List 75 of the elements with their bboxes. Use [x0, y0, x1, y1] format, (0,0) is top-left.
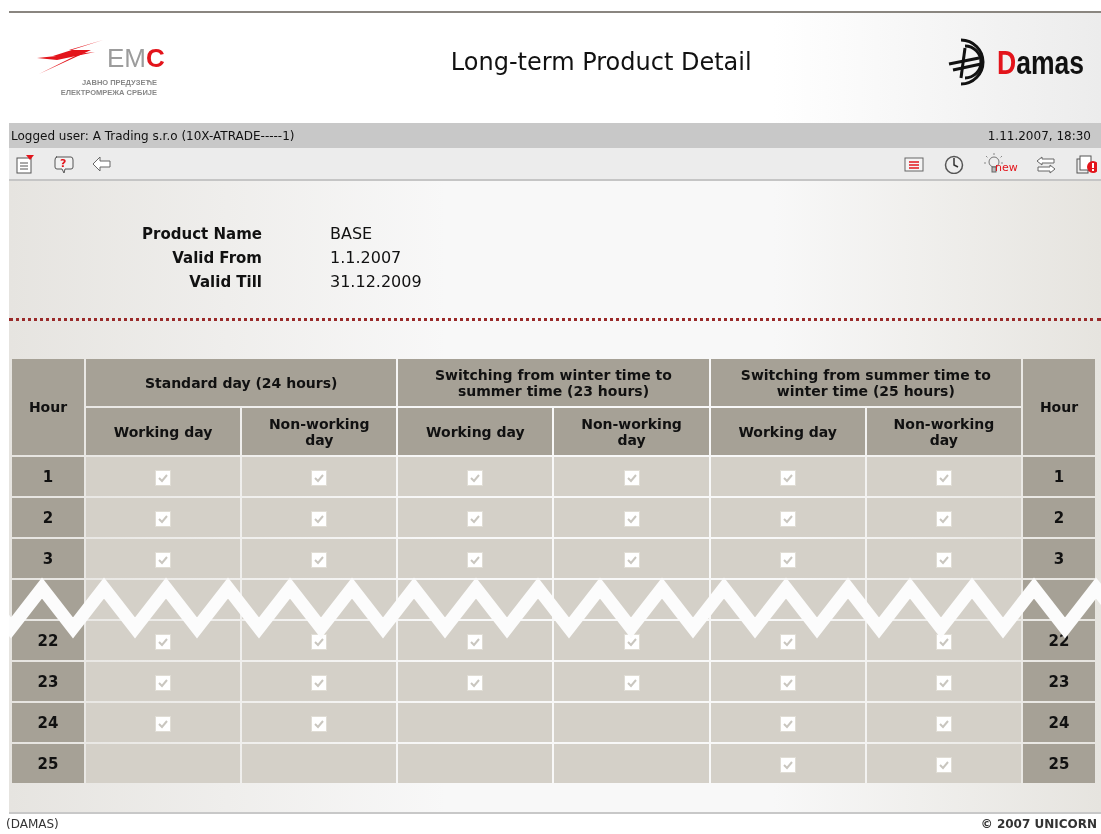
column-header: Working day [710, 408, 865, 455]
checkbox[interactable] [311, 510, 328, 527]
checkbox[interactable] [467, 469, 484, 486]
damas-logo: Damas [997, 42, 1085, 82]
column-header: Switching from winter time to summer time (23 hours) [398, 359, 709, 406]
column-header: Working day [398, 408, 553, 455]
checkbox[interactable] [311, 469, 328, 486]
checkbox[interactable] [935, 469, 952, 486]
column-header: Hour [1023, 359, 1095, 455]
hour-cell: 1 [1023, 457, 1095, 496]
checkbox[interactable] [155, 715, 172, 732]
checkbox[interactable] [311, 551, 328, 568]
checkbox[interactable] [779, 715, 796, 732]
exchange-arrows-icon[interactable] [1035, 153, 1057, 174]
checkbox[interactable] [467, 510, 484, 527]
hour-cell: 24 [12, 703, 84, 742]
column-header: Standard day (24 hours) [86, 359, 397, 406]
hour-cell: 1 [12, 457, 84, 496]
checkbox[interactable] [779, 633, 796, 650]
checkbox[interactable] [467, 551, 484, 568]
checkbox[interactable] [779, 551, 796, 568]
field-label: Product Name [141, 224, 262, 245]
column-header: Non-working day [554, 408, 709, 455]
checkbox[interactable] [155, 551, 172, 568]
checkbox[interactable] [623, 510, 640, 527]
hour-cell: 2 [1023, 498, 1095, 537]
checkbox[interactable] [311, 674, 328, 691]
emc-logo: EMC [107, 42, 165, 74]
hour-cell: 3 [1023, 539, 1095, 578]
document-icon[interactable] [15, 153, 37, 174]
checkbox[interactable] [935, 715, 952, 732]
page-title: Long-term Product Detail [450, 48, 752, 76]
field-value: BASE [330, 223, 374, 245]
hour-cell: 23 [12, 662, 84, 701]
checkbox[interactable] [155, 674, 172, 691]
hour-cell: 2 [12, 498, 84, 537]
documents-alert-icon[interactable] [1075, 153, 1097, 174]
checkbox[interactable] [779, 469, 796, 486]
hour-cell: 23 [1023, 662, 1095, 701]
checkbox[interactable] [935, 551, 952, 568]
checkbox[interactable] [311, 715, 328, 732]
column-header: Non-working day [242, 408, 397, 455]
column-header: Working day [86, 408, 241, 455]
field-label: Valid Till [188, 272, 262, 293]
checkbox[interactable] [467, 633, 484, 650]
copyright-text: © 2007 UNICORN [980, 817, 1097, 831]
checkbox[interactable] [779, 756, 796, 773]
column-header: Non-working day [866, 408, 1021, 455]
checkbox[interactable] [155, 469, 172, 486]
checkbox[interactable] [779, 510, 796, 527]
checkbox[interactable] [623, 551, 640, 568]
checkbox[interactable] [467, 674, 484, 691]
checkbox[interactable] [155, 633, 172, 650]
checkbox[interactable] [623, 674, 640, 691]
hour-cell: 24 [1023, 703, 1095, 742]
checkbox[interactable] [935, 674, 952, 691]
hour-cell: 25 [1023, 744, 1095, 783]
checkbox[interactable] [935, 756, 952, 773]
logged-user-text: Logged user: A Trading s.r.o (10X-ATRADE-----1) [11, 128, 295, 143]
column-header: Hour [12, 359, 84, 455]
footer-text: (DAMAS) [6, 817, 59, 831]
help-icon[interactable]: ? [53, 153, 75, 174]
column-header: Switching from summer time to winter time (25 hours) [710, 359, 1021, 406]
hour-cell: 3 [12, 539, 84, 578]
date-time-text: 1.11.2007, 18:30 [987, 128, 1091, 143]
checkbox[interactable] [623, 469, 640, 486]
clock-icon[interactable] [943, 153, 965, 174]
field-label: Valid From [171, 248, 262, 269]
field-value: 31.12.2009 [330, 271, 423, 293]
new-lightbulb-button[interactable]: new [983, 152, 1017, 175]
checkbox[interactable] [935, 510, 952, 527]
field-value: 1.1.2007 [330, 247, 403, 269]
hour-cell: 25 [12, 744, 84, 783]
checkbox[interactable] [779, 674, 796, 691]
checkbox[interactable] [155, 510, 172, 527]
